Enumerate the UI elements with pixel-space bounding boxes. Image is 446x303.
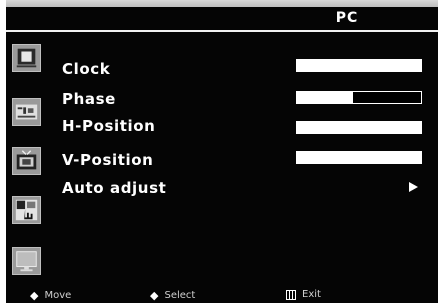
- menu-item-auto-adjust[interactable]: Auto adjust: [62, 179, 166, 197]
- up-down-arrow-icon: ◆: [30, 289, 39, 302]
- phase-level-bar[interactable]: [296, 91, 422, 104]
- v-position-level-bar[interactable]: [296, 151, 422, 164]
- picture-icon[interactable]: [12, 44, 41, 72]
- exit-hint: Exit: [286, 289, 321, 300]
- osd-screen: PC Clock Phase H-Position V-Position Aut…: [6, 0, 438, 303]
- h-position-level-bar[interactable]: [296, 121, 422, 134]
- monitor-icon[interactable]: [12, 247, 41, 275]
- select-hint: ◆ Select: [150, 289, 195, 302]
- tv-icon[interactable]: [12, 147, 41, 175]
- menu-title: PC: [335, 10, 359, 26]
- select-hint-label: Select: [164, 290, 196, 301]
- move-hint-label: Move: [44, 290, 72, 301]
- clock-level-fill: [297, 60, 421, 71]
- menu-item-clock[interactable]: Clock: [62, 60, 110, 78]
- sound-icon[interactable]: [12, 98, 41, 126]
- menu-item-phase[interactable]: Phase: [62, 90, 116, 108]
- top-bezel: [6, 0, 438, 7]
- menu-item-v-position[interactable]: V-Position: [62, 151, 153, 169]
- menu-item-h-position[interactable]: H-Position: [62, 117, 155, 135]
- clock-level-bar[interactable]: [296, 59, 422, 72]
- move-hint: ◆ Move: [30, 289, 71, 302]
- pc-icon[interactable]: [12, 196, 41, 224]
- phase-level-fill: [297, 92, 353, 103]
- title-divider: [6, 30, 438, 32]
- v-position-level-fill: [297, 152, 421, 163]
- left-right-arrow-icon: ◆: [150, 289, 159, 302]
- footer-hints: ◆ Move ◆ Select Exit: [6, 284, 438, 303]
- menu-key-icon: [286, 289, 296, 300]
- exit-hint-label: Exit: [302, 289, 321, 300]
- auto-adjust-arrow-icon[interactable]: [409, 182, 418, 192]
- h-position-level-fill: [297, 122, 421, 133]
